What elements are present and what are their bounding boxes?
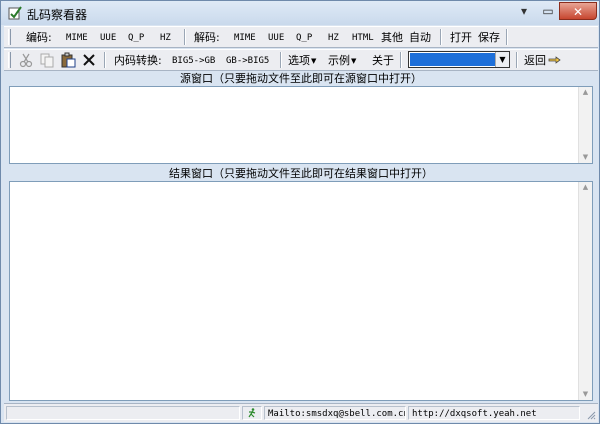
examples-menu-label: 示例 bbox=[328, 54, 350, 67]
codec-toolbar: 编码: MIME UUE Q_P HZ 解码: MIME UUE Q_P HZ … bbox=[4, 26, 598, 48]
toolbar-separator bbox=[104, 52, 106, 68]
chevron-down-icon: ▼ bbox=[311, 57, 317, 65]
toolbar-grip[interactable] bbox=[8, 52, 11, 68]
mailto-link[interactable]: Mailto:smsdxq@sbell.com.cn bbox=[264, 406, 406, 420]
decode-html-button[interactable]: HTML bbox=[352, 30, 374, 46]
open-button[interactable]: 打开 bbox=[450, 30, 472, 46]
close-button[interactable]: ✕ bbox=[559, 2, 597, 20]
gb-to-big5-button[interactable]: GB->BIG5 bbox=[226, 53, 269, 69]
toolbar-separator bbox=[400, 52, 402, 68]
toolbar-separator bbox=[184, 29, 186, 45]
source-text-area[interactable]: ▲ ▼ bbox=[9, 86, 593, 164]
big5-to-gb-button[interactable]: BIG5->GB bbox=[172, 53, 215, 69]
app-logo-icon bbox=[8, 6, 22, 20]
encode-uue-button[interactable]: UUE bbox=[100, 30, 116, 46]
result-scrollbar[interactable]: ▲ ▼ bbox=[578, 182, 592, 400]
source-pane-title: 源窗口（只要拖动文件至此即可在源窗口中打开） bbox=[180, 72, 422, 85]
convert-label: 内码转换: bbox=[114, 54, 162, 67]
decode-qp-button[interactable]: Q_P bbox=[296, 30, 312, 46]
tools-toolbar: 内码转换: BIG5->GB GB->BIG5 选项▼ 示例▼ 关于 ▼ 返回 bbox=[4, 49, 598, 71]
hand-pointer-icon[interactable] bbox=[548, 53, 562, 67]
scissors-icon[interactable] bbox=[18, 52, 34, 68]
scroll-up-icon[interactable]: ▲ bbox=[579, 182, 592, 193]
title-bar: 乱码察看器 ▾ ▭ ✕ bbox=[1, 1, 599, 25]
examples-menu[interactable]: 示例▼ bbox=[328, 53, 356, 69]
encoding-select-value bbox=[410, 53, 496, 66]
save-button[interactable]: 保存 bbox=[478, 30, 500, 46]
encode-qp-button[interactable]: Q_P bbox=[128, 30, 144, 46]
result-pane-title: 结果窗口（只要拖动文件至此即可在结果窗口中打开） bbox=[169, 167, 433, 180]
chevron-down-icon: ▼ bbox=[351, 57, 357, 65]
encode-label: 编码: bbox=[26, 31, 52, 44]
decode-uue-button[interactable]: UUE bbox=[268, 30, 284, 46]
toolbar-separator bbox=[280, 52, 282, 68]
app-window: 乱码察看器 ▾ ▭ ✕ 编码: MIME UUE Q_P HZ 解码: MIME… bbox=[0, 0, 600, 424]
source-scrollbar[interactable]: ▲ ▼ bbox=[578, 87, 592, 163]
delete-icon[interactable] bbox=[81, 52, 97, 68]
minimize-button[interactable]: ▾ bbox=[513, 2, 535, 20]
scroll-up-icon[interactable]: ▲ bbox=[579, 87, 592, 98]
decode-other-button[interactable]: 其他 bbox=[381, 30, 403, 46]
scroll-down-icon[interactable]: ▼ bbox=[579, 389, 592, 400]
chevron-down-icon[interactable]: ▼ bbox=[495, 52, 509, 67]
resize-grip-icon[interactable] bbox=[586, 410, 596, 420]
toolbar-separator bbox=[516, 52, 518, 68]
running-man-icon bbox=[248, 408, 256, 418]
back-button[interactable]: 返回 bbox=[524, 53, 546, 69]
website-link[interactable]: http://dxqsoft.yeah.net bbox=[408, 406, 580, 420]
status-panel-message bbox=[6, 406, 240, 420]
about-button[interactable]: 关于 bbox=[372, 53, 394, 69]
options-menu-label: 选项 bbox=[288, 54, 310, 67]
toolbar-separator bbox=[440, 29, 442, 45]
options-menu[interactable]: 选项▼ bbox=[288, 53, 316, 69]
copy-icon[interactable] bbox=[39, 52, 55, 68]
encode-hz-button[interactable]: HZ bbox=[160, 30, 171, 46]
toolbar-grip[interactable] bbox=[8, 29, 11, 45]
decode-auto-button[interactable]: 自动 bbox=[409, 30, 431, 46]
toolbar-separator bbox=[506, 29, 508, 45]
maximize-button[interactable]: ▭ bbox=[537, 2, 559, 20]
window-title: 乱码察看器 bbox=[27, 8, 88, 22]
decode-label: 解码: bbox=[194, 31, 220, 44]
decode-hz-button[interactable]: HZ bbox=[328, 30, 339, 46]
encoding-select[interactable]: ▼ bbox=[408, 51, 510, 68]
paste-icon[interactable] bbox=[60, 52, 76, 68]
encode-mime-button[interactable]: MIME bbox=[66, 30, 88, 46]
status-bar: Mailto:smsdxq@sbell.com.cn http://dxqsof… bbox=[4, 403, 598, 422]
result-text-area[interactable]: ▲ ▼ bbox=[9, 181, 593, 401]
decode-mime-button[interactable]: MIME bbox=[234, 30, 256, 46]
status-panel-icon bbox=[242, 406, 262, 420]
scroll-down-icon[interactable]: ▼ bbox=[579, 152, 592, 163]
